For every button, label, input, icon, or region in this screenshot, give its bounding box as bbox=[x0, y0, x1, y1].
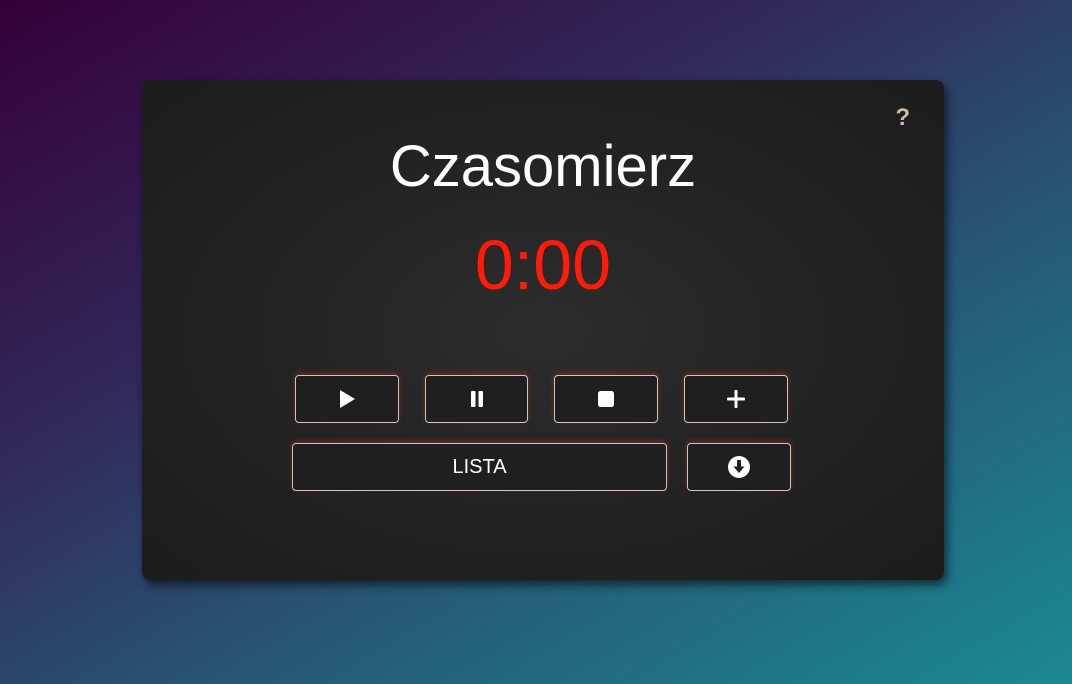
pause-icon bbox=[470, 391, 483, 407]
play-button[interactable] bbox=[295, 375, 399, 423]
list-button-label: LISTA bbox=[452, 455, 507, 478]
pause-button[interactable] bbox=[425, 375, 528, 423]
list-button[interactable]: LISTA bbox=[292, 443, 667, 491]
stop-icon bbox=[598, 391, 614, 407]
timer-display: 0:00 bbox=[474, 226, 612, 304]
plus-icon bbox=[727, 390, 745, 408]
download-button[interactable] bbox=[687, 443, 791, 491]
play-icon bbox=[340, 390, 355, 408]
timer-card: ? Czasomierz 0:00 LISTA bbox=[142, 80, 944, 580]
add-button[interactable] bbox=[684, 375, 788, 423]
help-button[interactable]: ? bbox=[895, 106, 910, 130]
stop-button[interactable] bbox=[554, 375, 658, 423]
download-circle-icon bbox=[728, 456, 750, 478]
app-title: Czasomierz bbox=[389, 134, 697, 199]
